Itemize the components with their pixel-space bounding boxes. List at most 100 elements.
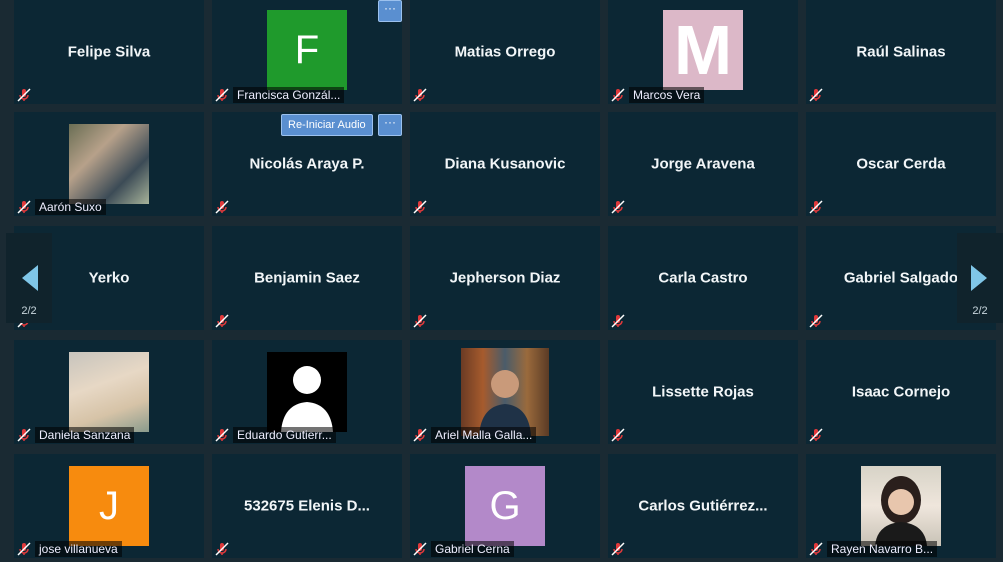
participant-name: Jepherson Diaz [449,269,561,287]
restart-audio-button[interactable]: Re-Iniciar Audio [281,114,373,136]
participant-tile[interactable]: G Gabriel Cerna [410,454,600,558]
muted-mic-icon [215,542,229,556]
muted-mic-icon [413,428,427,442]
muted-mic-icon [809,542,823,556]
participant-name: Ariel Malla Galla... [431,427,537,443]
muted-mic-icon [809,314,823,328]
participant-name: Jorge Aravena [651,155,755,173]
participant-name: Felipe Silva [67,43,151,61]
muted-mic-icon [17,542,31,556]
previous-page-button[interactable]: 2/2 [6,233,52,323]
participant-name: Gabriel Cerna [431,541,514,557]
muted-mic-icon [413,200,427,214]
participant-tile[interactable]: Carla Castro [608,226,798,330]
next-page-button[interactable]: 2/2 [957,233,1003,323]
participant-name: Daniela Sanzana [35,427,135,443]
participant-name: 532675 Elenis D... [244,497,370,515]
participant-label: Daniela Sanzana [16,426,135,444]
participant-tile[interactable]: Jorge Aravena [608,112,798,216]
muted-mic-icon [611,428,625,442]
muted-mic-icon [611,88,625,102]
avatar: M [663,10,743,90]
participant-name: Diana Kusanovic [444,155,566,173]
muted-mic-icon [809,200,823,214]
muted-mic-icon [215,314,229,328]
participant-name: Aarón Suxo [35,199,106,215]
participant-photo [861,466,941,546]
muted-mic-icon [413,542,427,556]
participant-name: Raúl Salinas [856,43,946,61]
muted-mic-icon [215,200,229,214]
participant-label: Marcos Vera [610,86,705,104]
participant-tile[interactable]: Benjamin Saez [212,226,402,330]
muted-mic-icon [611,200,625,214]
muted-mic-icon [413,314,427,328]
muted-mic-icon [809,428,823,442]
muted-mic-icon [215,428,229,442]
avatar: F [267,10,347,90]
participant-label: Aarón Suxo [16,198,106,216]
participant-tile[interactable]: Eduardo Gutierr... [212,340,402,444]
participant-name: Carlos Gutiérrez... [638,497,768,515]
participant-label: Gabriel Cerna [412,540,514,558]
participant-tile[interactable]: Aarón Suxo [14,112,204,216]
muted-mic-icon [17,428,31,442]
participant-name: Lissette Rojas [652,383,754,401]
muted-mic-icon [809,88,823,102]
participant-name: Carla Castro [658,269,748,287]
participant-tile[interactable]: Oscar Cerda [806,112,996,216]
muted-mic-icon [611,542,625,556]
participant-name: Francisca Gonzál... [233,87,345,103]
more-options-button[interactable]: ··· [378,0,402,22]
participant-tile[interactable]: J jose villanueva [14,454,204,558]
participant-tile[interactable]: Felipe Silva [14,0,204,104]
participant-tile[interactable]: F Francisca Gonzál... [212,0,402,104]
chevron-right-icon [971,265,987,291]
participant-tile[interactable]: M Marcos Vera [608,0,798,104]
participant-tile[interactable]: 532675 Elenis D... [212,454,402,558]
muted-mic-icon [611,314,625,328]
participant-photo [69,124,149,204]
participant-label: Francisca Gonzál... [214,86,345,104]
participant-tile[interactable]: Jepherson Diaz [410,226,600,330]
participant-tile[interactable]: Lissette Rojas [608,340,798,444]
participant-tile[interactable]: Matias Orrego [410,0,600,104]
participant-tile[interactable]: Isaac Cornejo [806,340,996,444]
participant-name: Marcos Vera [629,87,705,103]
chevron-left-icon [22,265,38,291]
muted-mic-icon [17,200,31,214]
avatar: G [465,466,545,546]
participant-name: Rayen Navarro B... [827,541,938,557]
participant-name: jose villanueva [35,541,122,557]
avatar: J [69,466,149,546]
participant-name: Isaac Cornejo [851,383,951,401]
participant-tile[interactable]: Diana Kusanovic [410,112,600,216]
participant-tile[interactable]: Rayen Navarro B... [806,454,996,558]
page-indicator: 2/2 [972,305,988,317]
participant-label: Eduardo Gutierr... [214,426,336,444]
silhouette-icon [281,366,333,432]
participant-label: jose villanueva [16,540,122,558]
participant-name: Nicolás Araya P. [249,155,365,173]
participant-tile[interactable]: Raúl Salinas [806,0,996,104]
muted-mic-icon [215,88,229,102]
participant-name: Matias Orrego [454,43,556,61]
person-portrait-icon [875,476,927,546]
participant-photo [461,348,549,436]
more-options-button[interactable]: ··· [378,114,402,136]
participant-tile[interactable]: Carlos Gutiérrez... [608,454,798,558]
participant-label: Ariel Malla Galla... [412,426,537,444]
participant-name: Eduardo Gutierr... [233,427,336,443]
participant-tile[interactable]: Ariel Malla Galla... [410,340,600,444]
participant-photo [69,352,149,432]
participant-name: Oscar Cerda [856,155,946,173]
participant-photo [267,352,347,432]
page-indicator: 2/2 [21,305,37,317]
participant-name: Benjamin Saez [254,269,360,287]
participant-tile[interactable]: Daniela Sanzana [14,340,204,444]
muted-mic-icon [413,88,427,102]
participant-grid: Felipe Silva F Francisca Gonzál... Matia… [0,0,1003,562]
participant-label: Rayen Navarro B... [808,540,938,558]
person-portrait-icon [479,370,531,436]
muted-mic-icon [17,88,31,102]
